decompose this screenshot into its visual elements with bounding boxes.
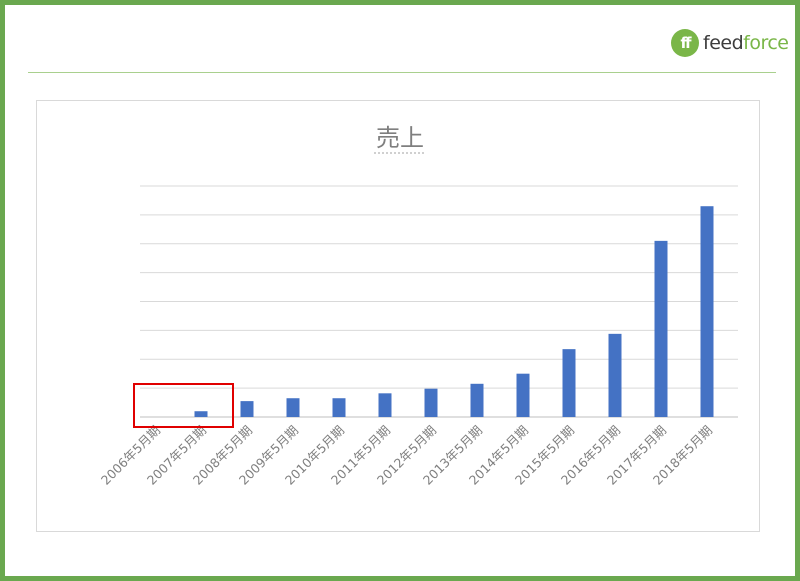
bar [332,398,346,417]
bar [700,206,714,417]
bar [424,388,438,417]
bar [516,373,530,417]
bar [562,349,576,417]
bar [240,401,254,417]
bars [194,206,714,417]
bar [654,240,668,417]
bar [608,333,622,417]
highlight-box [133,383,234,428]
chart-title: 売上 [376,124,424,152]
bar [194,411,208,417]
sales-bar-chart: 売上 2006年5月期2007年5月期2008年5月期2009年5月期2010年… [98,124,738,488]
bar [378,393,392,417]
bar [286,398,300,417]
gridlines [140,185,738,418]
x-axis-labels: 2006年5月期2007年5月期2008年5月期2009年5月期2010年5月期… [98,423,715,488]
bar [470,383,484,417]
